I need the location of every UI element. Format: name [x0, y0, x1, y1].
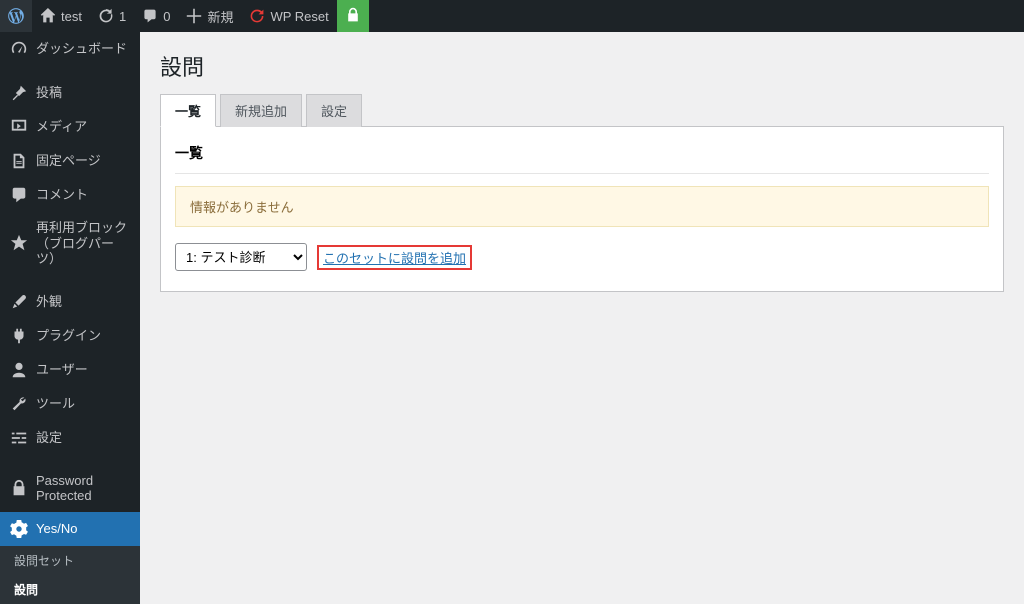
- wordpress-icon: [8, 8, 24, 24]
- site-name-link[interactable]: test: [32, 0, 90, 32]
- sidebar-item-yesno[interactable]: Yes/No: [0, 512, 140, 546]
- lock-button[interactable]: [337, 0, 369, 32]
- comment-icon: [142, 8, 158, 24]
- site-name: test: [61, 9, 82, 24]
- panel: 一覧 情報がありません 1: テスト診断 このセットに設問を追加: [160, 127, 1004, 292]
- set-selector-row: 1: テスト診断 このセットに設問を追加: [175, 243, 989, 271]
- sidebar-item-posts[interactable]: 投稿: [0, 76, 140, 110]
- sidebar-item-label: Password Protected: [36, 473, 130, 504]
- sidebar-item-label: Yes/No: [36, 521, 77, 537]
- sidebar-item-plugins[interactable]: プラグイン: [0, 319, 140, 353]
- brush-icon: [10, 293, 28, 311]
- question-set-select[interactable]: 1: テスト診断: [175, 243, 307, 271]
- sidebar-item-tools[interactable]: ツール: [0, 387, 140, 421]
- new-label: 新規: [207, 7, 233, 26]
- plugin-icon: [10, 327, 28, 345]
- sidebar-item-label: 固定ページ: [36, 153, 101, 169]
- panel-title: 一覧: [175, 139, 989, 174]
- lock-icon: [345, 7, 361, 26]
- sidebar-item-label: プラグイン: [36, 328, 101, 344]
- sidebar-item-dashboard[interactable]: ダッシュボード: [0, 32, 140, 66]
- tabs: 一覧 新規追加 設定: [160, 94, 1004, 127]
- tab-add[interactable]: 新規追加: [220, 94, 302, 127]
- sidebar-submenu: 設問セット 設問: [0, 546, 140, 604]
- gear-icon: [10, 520, 28, 538]
- sidebar-item-appearance[interactable]: 外観: [0, 285, 140, 319]
- reset-icon: [249, 8, 265, 24]
- main-content: 設問 一覧 新規追加 設定 一覧 情報がありません 1: テスト診断 このセット…: [140, 32, 1024, 546]
- sidebar-item-label: 外観: [36, 294, 62, 310]
- sidebar-item-password-protected[interactable]: Password Protected: [0, 465, 140, 512]
- updates-link[interactable]: 1: [90, 0, 134, 32]
- plus-icon: [186, 8, 202, 24]
- info-notice: 情報がありません: [175, 186, 989, 227]
- sidebar-subitem-question[interactable]: 設問: [0, 575, 140, 604]
- sidebar-item-label: ダッシュボード: [36, 41, 127, 57]
- sidebar-item-label: メディア: [36, 119, 87, 135]
- comments-link[interactable]: 0: [134, 0, 178, 32]
- dashboard-icon: [10, 40, 28, 58]
- sidebar-item-label: ユーザー: [36, 362, 88, 378]
- home-icon: [40, 8, 56, 24]
- sidebar-item-label: 設定: [36, 430, 62, 446]
- new-content-link[interactable]: 新規: [178, 0, 241, 32]
- star-icon: [10, 234, 28, 252]
- page-title: 設問: [160, 42, 1004, 94]
- sidebar-item-users[interactable]: ユーザー: [0, 353, 140, 387]
- comment-icon: [10, 186, 28, 204]
- sidebar-item-label: ツール: [36, 396, 75, 412]
- sidebar-item-reusable[interactable]: 再利用ブロック（ブログパーツ）: [0, 212, 140, 275]
- sidebar-item-label: 投稿: [36, 85, 62, 101]
- sidebar-item-media[interactable]: メディア: [0, 110, 140, 144]
- wp-reset-label: WP Reset: [270, 9, 328, 24]
- sidebar-item-settings[interactable]: 設定: [0, 421, 140, 455]
- adminbar: test 1 0 新規 WP Reset: [0, 0, 1024, 32]
- sidebar-subitem-question-set[interactable]: 設問セット: [0, 546, 140, 575]
- comments-count: 0: [163, 9, 170, 24]
- pin-icon: [10, 84, 28, 102]
- wp-reset-link[interactable]: WP Reset: [241, 0, 336, 32]
- updates-count: 1: [119, 9, 126, 24]
- lock-icon: [10, 479, 28, 497]
- update-icon: [98, 8, 114, 24]
- wrench-icon: [10, 395, 28, 413]
- page-icon: [10, 152, 28, 170]
- sidebar-item-pages[interactable]: 固定ページ: [0, 144, 140, 178]
- sliders-icon: [10, 429, 28, 447]
- sidebar-item-label: 再利用ブロック（ブログパーツ）: [36, 220, 130, 267]
- admin-sidebar: ダッシュボード 投稿 メディア 固定ページ コメント 再利用ブロック（ブログパー…: [0, 32, 140, 546]
- sidebar-item-label: コメント: [36, 187, 88, 203]
- media-icon: [10, 118, 28, 136]
- user-icon: [10, 361, 28, 379]
- sidebar-item-comments[interactable]: コメント: [0, 178, 140, 212]
- tab-settings[interactable]: 設定: [306, 94, 362, 127]
- add-question-link[interactable]: このセットに設問を追加: [317, 245, 472, 270]
- wp-logo[interactable]: [0, 0, 32, 32]
- tab-list[interactable]: 一覧: [160, 94, 216, 127]
